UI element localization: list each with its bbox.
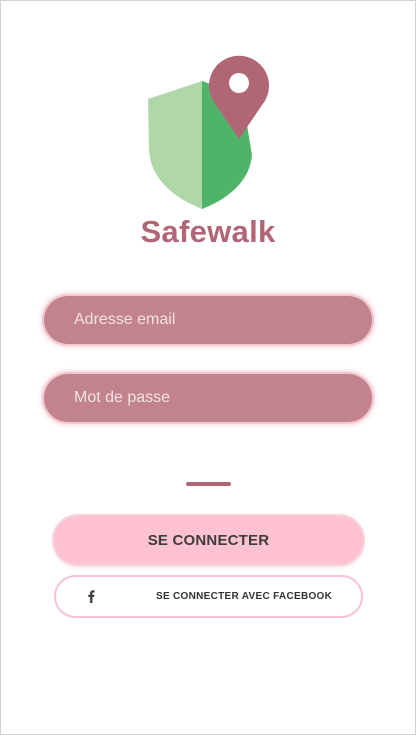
login-screen: Safewalk SE CONNECTER SE CONNECTER AVEC … xyxy=(0,0,416,735)
app-logo xyxy=(142,51,274,211)
divider xyxy=(186,482,231,486)
facebook-login-label: SE CONNECTER AVEC FACEBOOK xyxy=(156,591,333,602)
facebook-icon xyxy=(88,590,95,603)
password-input[interactable] xyxy=(74,389,372,407)
password-field[interactable] xyxy=(44,374,372,422)
app-title: Safewalk xyxy=(140,214,276,249)
facebook-login-button[interactable]: SE CONNECTER AVEC FACEBOOK xyxy=(54,575,363,618)
shield-location-pin-icon xyxy=(148,55,269,209)
login-button[interactable]: SE CONNECTER xyxy=(54,516,363,564)
email-input[interactable] xyxy=(74,311,372,329)
email-field[interactable] xyxy=(44,296,372,344)
